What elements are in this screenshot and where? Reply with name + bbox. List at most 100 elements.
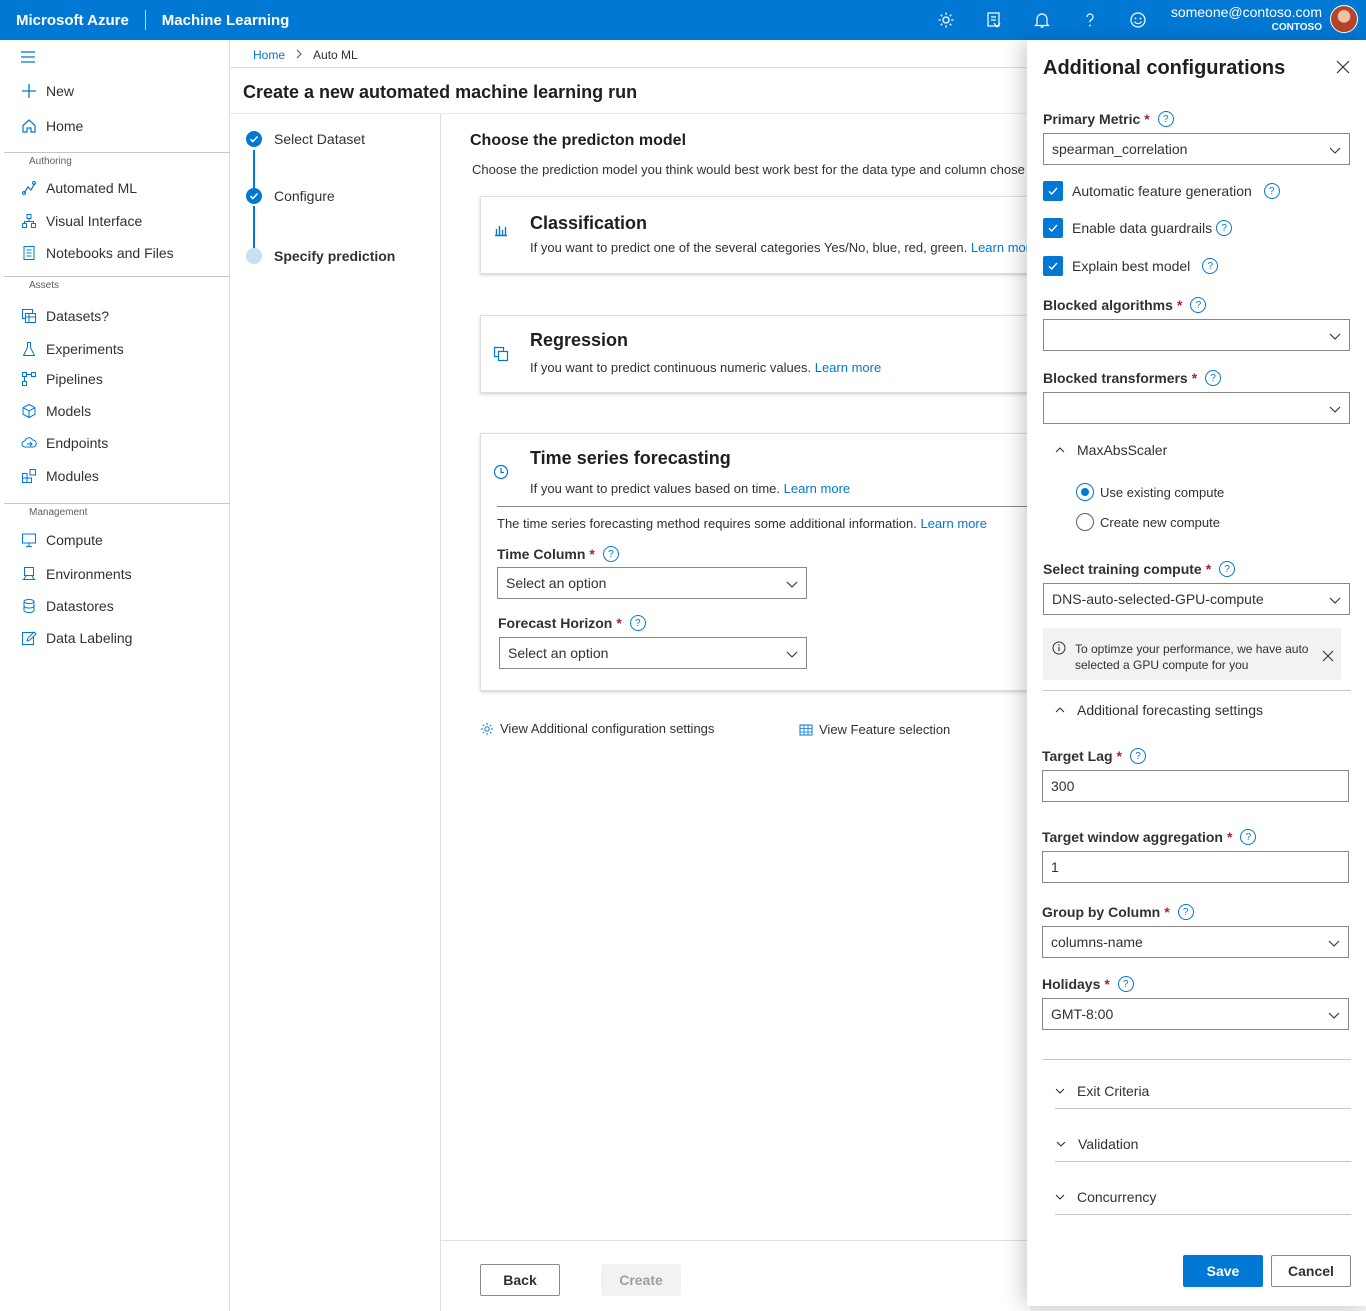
nav-automated-ml[interactable]: Automated ML	[20, 179, 137, 197]
forecast-horizon-dropdown[interactable]: Select an option	[499, 637, 807, 669]
exit-criteria-toggle[interactable]: Exit Criteria	[1055, 1083, 1149, 1099]
step-specify-prediction[interactable]: Specify prediction	[246, 248, 395, 264]
forecast-settings-toggle[interactable]: Additional forecasting settings	[1055, 702, 1263, 718]
classification-learn-more[interactable]: Learn mor	[971, 240, 1030, 255]
explain-model-checkbox[interactable]: Explain best model?	[1043, 256, 1219, 276]
maxabs-section-toggle[interactable]: MaxAbsScaler	[1055, 442, 1167, 458]
help-icon[interactable]: ?	[1219, 561, 1236, 577]
nav-compute[interactable]: Compute	[20, 531, 103, 549]
top-bar: Microsoft Azure Machine Learning someone…	[0, 0, 1366, 40]
help-icon[interactable]: ?	[1190, 297, 1207, 313]
nav-home[interactable]: Home	[20, 117, 83, 135]
help-icon[interactable]: ?	[602, 546, 619, 562]
help-icon[interactable]: ?	[1117, 976, 1134, 992]
validation-toggle[interactable]: Validation	[1056, 1136, 1138, 1152]
help-question-icon[interactable]	[1066, 0, 1114, 40]
nav-new[interactable]: New	[20, 82, 74, 100]
checkmark-icon	[246, 131, 262, 147]
nav-models[interactable]: Models	[20, 402, 91, 420]
save-button[interactable]: Save	[1183, 1255, 1263, 1287]
step-label: Configure	[274, 188, 335, 204]
auto-feature-checkbox[interactable]: Automatic feature generation?	[1043, 181, 1280, 201]
feedback-smiley-icon[interactable]	[1114, 0, 1162, 40]
help-icon[interactable]: ?	[1157, 111, 1174, 127]
breadcrumb-home[interactable]: Home	[253, 48, 285, 62]
settings-icon[interactable]	[922, 0, 970, 40]
brand-name[interactable]: Microsoft Azure	[0, 12, 129, 29]
help-icon[interactable]: ?	[1202, 258, 1219, 274]
use-existing-radio[interactable]: Use existing compute	[1076, 483, 1224, 501]
step-select-dataset[interactable]: Select Dataset	[246, 131, 365, 147]
nav-pipelines[interactable]: Pipelines	[20, 370, 103, 388]
panel-title: Additional configurations	[1043, 57, 1286, 79]
chevron-down-icon	[1329, 402, 1341, 414]
directory-filter-icon[interactable]	[970, 0, 1018, 40]
blocked-transformers-dropdown[interactable]	[1043, 392, 1350, 424]
cancel-button[interactable]: Cancel	[1271, 1255, 1351, 1287]
close-icon[interactable]	[1322, 650, 1334, 662]
step-configure[interactable]: Configure	[246, 188, 335, 204]
help-icon[interactable]: ?	[1240, 829, 1257, 845]
help-icon[interactable]: ?	[1263, 183, 1280, 199]
required-marker: *	[1144, 111, 1150, 127]
modules-grid-icon	[20, 467, 38, 485]
back-button[interactable]: Back	[480, 1264, 560, 1296]
nav-endpoints[interactable]: Endpoints	[20, 434, 108, 452]
group-by-dropdown[interactable]: columns-name	[1042, 926, 1349, 958]
help-icon[interactable]: ?	[1177, 904, 1194, 920]
nav-datasets[interactable]: Datasets?	[20, 307, 109, 325]
brand-separator	[144, 10, 146, 30]
target-lag-input[interactable]	[1042, 770, 1349, 802]
chevron-down-icon	[1329, 143, 1341, 155]
breadcrumb-current: Auto ML	[313, 48, 358, 62]
checkbox-checked-icon	[1043, 181, 1063, 201]
user-account[interactable]: someone@contoso.com CONTOSO	[1171, 4, 1322, 33]
time-column-dropdown[interactable]: Select an option	[497, 567, 807, 599]
nav-experiments[interactable]: Experiments	[20, 340, 124, 358]
help-icon[interactable]: ?	[1129, 748, 1146, 764]
group-by-label: Group by Column *?	[1042, 904, 1194, 920]
help-icon[interactable]: ?	[1216, 220, 1233, 236]
forecast-horizon-label: Forecast Horizon *?	[498, 615, 646, 631]
cube-icon	[20, 402, 38, 420]
view-feature-selection-link[interactable]: View Feature selection	[799, 722, 950, 737]
timeseries-card[interactable]: Time series forecasting If you want to p…	[480, 433, 1040, 691]
nav-environments-label: Environments	[46, 566, 132, 582]
target-window-input[interactable]	[1042, 851, 1349, 883]
training-compute-dropdown[interactable]: DNS-auto-selected-GPU-compute	[1043, 583, 1350, 615]
content-description: Choose the prediction model you think wo…	[472, 162, 1025, 177]
help-icon[interactable]: ?	[1205, 370, 1222, 386]
authoring-header: Authoring	[29, 156, 72, 167]
close-icon[interactable]	[1336, 60, 1350, 74]
regression-learn-more[interactable]: Learn more	[815, 360, 881, 375]
concurrency-toggle[interactable]: Concurrency	[1055, 1189, 1156, 1205]
view-additional-config-link[interactable]: View Additional configuration settings	[480, 721, 714, 736]
nav-data-labeling[interactable]: Data Labeling	[20, 629, 132, 647]
help-icon[interactable]: ?	[629, 615, 646, 631]
timeseries-learn-more[interactable]: Learn more	[784, 481, 850, 496]
gear-icon	[480, 722, 494, 736]
regression-card[interactable]: Regression If you want to predict contin…	[480, 315, 1040, 393]
nav-modules[interactable]: Modules	[20, 467, 99, 485]
avatar[interactable]	[1330, 5, 1358, 33]
nav-visual-interface[interactable]: Visual Interface	[20, 212, 142, 230]
nav-environments[interactable]: Environments	[20, 565, 132, 583]
hamburger-menu-icon[interactable]	[20, 50, 36, 64]
create-button[interactable]: Create	[601, 1264, 681, 1296]
radio-selected-icon	[1076, 483, 1094, 501]
primary-metric-dropdown[interactable]: spearman_correlation	[1043, 133, 1350, 165]
nav-modules-label: Modules	[46, 468, 99, 484]
notifications-bell-icon[interactable]	[1018, 0, 1066, 40]
nav-pipelines-label: Pipelines	[46, 371, 103, 387]
classification-card[interactable]: Classification If you want to predict on…	[480, 196, 1040, 274]
create-new-radio[interactable]: Create new compute	[1076, 513, 1220, 531]
target-lag-label: Target Lag *?	[1042, 748, 1146, 764]
guardrails-checkbox[interactable]: Enable data guardrails?	[1043, 218, 1233, 238]
blocked-algorithms-dropdown[interactable]	[1043, 319, 1350, 351]
product-name[interactable]: Machine Learning	[162, 12, 290, 29]
nav-datastores[interactable]: Datastores	[20, 597, 114, 615]
timeseries-info-learn-more[interactable]: Learn more	[920, 516, 986, 531]
holidays-label: Holidays *?	[1042, 976, 1134, 992]
nav-notebooks[interactable]: Notebooks and Files	[20, 244, 174, 262]
holidays-dropdown[interactable]: GMT-8:00	[1042, 998, 1349, 1030]
